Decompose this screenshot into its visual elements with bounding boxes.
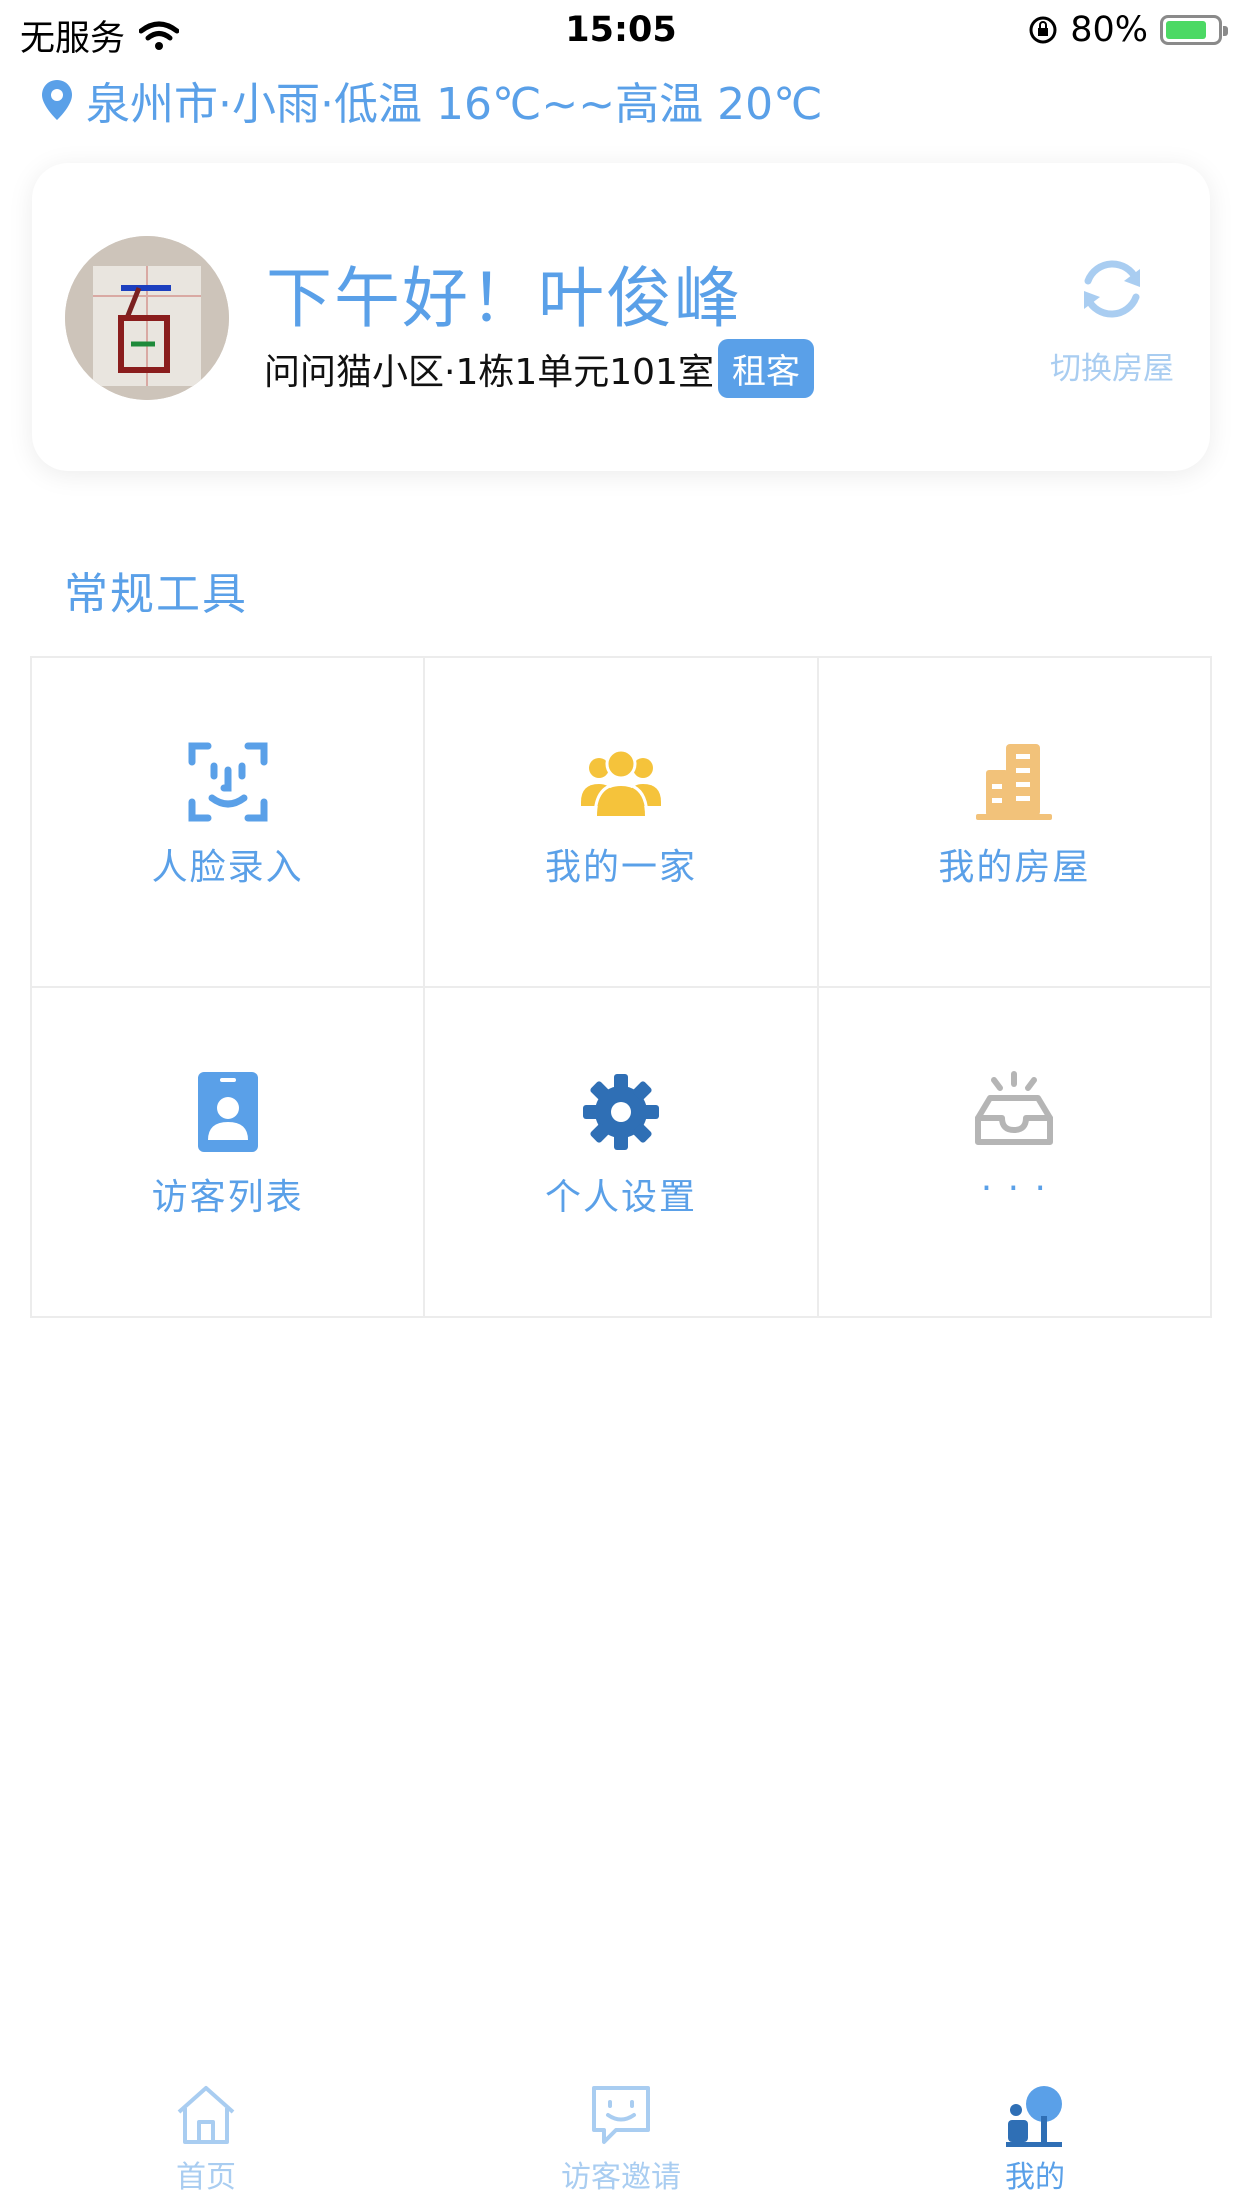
avatar[interactable] (65, 236, 229, 400)
tool-personal-settings[interactable]: 个人设置 (425, 988, 819, 1318)
tool-more[interactable]: · · · (818, 988, 1212, 1318)
battery-percent: 80% (1070, 10, 1148, 50)
refresh-icon (1084, 260, 1140, 318)
tool-visitor-list[interactable]: 访客列表 (32, 988, 426, 1318)
switch-house-label: 切换房屋 (1050, 351, 1174, 387)
tab-label: 我的 (1005, 2160, 1065, 2195)
tab-visitor-invite[interactable]: 访客邀请 (521, 2082, 721, 2196)
tab-mine[interactable]: 我的 (935, 2082, 1135, 2196)
avatar-image (65, 236, 229, 400)
address-row: 问问猫小区·1栋1单元101室 租客 (264, 339, 814, 398)
tool-label: 访客列表 (151, 1177, 304, 1218)
status-right: 80% (1028, 10, 1228, 50)
profile-tree-icon (1006, 2086, 1062, 2147)
home-icon (177, 2086, 235, 2144)
tool-face-entry[interactable]: 人脸录入 (32, 658, 426, 988)
orientation-lock-icon (1029, 16, 1057, 44)
tab-bar: 首页 访客邀请 我的 (0, 2060, 1242, 2208)
section-title-tools: 常规工具 (64, 569, 248, 620)
role-badge: 租客 (717, 339, 814, 398)
tool-my-family[interactable]: 我的一家 (425, 658, 819, 988)
family-icon (580, 748, 661, 818)
tab-label: 访客邀请 (561, 2160, 681, 2195)
tool-label: 人脸录入 (151, 847, 304, 888)
tab-label: 首页 (176, 2160, 236, 2195)
building-icon (976, 744, 1053, 820)
weather-text: 泉州市·小雨·低温 16℃~~高温 20℃ (86, 79, 823, 130)
weather-bar: 泉州市·小雨·低温 16℃~~高温 20℃ (40, 70, 822, 130)
profile-card: 下午好！叶俊峰 问问猫小区·1栋1单元101室 租客 切换房屋 (32, 163, 1210, 471)
battery-fill (1166, 21, 1206, 39)
visitor-card-icon (197, 1072, 258, 1152)
tool-label: 我的一家 (544, 847, 697, 888)
face-scan-icon (188, 742, 268, 822)
greeting-text: 下午好！叶俊峰 (266, 260, 742, 337)
tool-label: 个人设置 (544, 1177, 697, 1218)
tool-label: 我的房屋 (938, 847, 1091, 888)
tab-home[interactable]: 首页 (106, 2082, 306, 2196)
location-pin-icon (42, 80, 72, 120)
status-bar: 无服务 15:05 80% (0, 0, 1242, 62)
tool-my-house[interactable]: 我的房屋 (818, 658, 1212, 988)
tool-label: · · · (980, 1168, 1048, 1209)
tools-grid: 人脸录入 我的一家 我的房屋 访客列表 个人设置 · · · (30, 656, 1212, 1318)
switch-house-button[interactable]: 切换房屋 (1032, 251, 1192, 388)
battery-icon (1160, 15, 1228, 45)
gear-icon (582, 1074, 659, 1150)
inbox-tray-icon (975, 1071, 1054, 1145)
address-text: 问问猫小区·1栋1单元101室 (264, 351, 714, 393)
visitor-invite-icon (592, 2086, 650, 2144)
